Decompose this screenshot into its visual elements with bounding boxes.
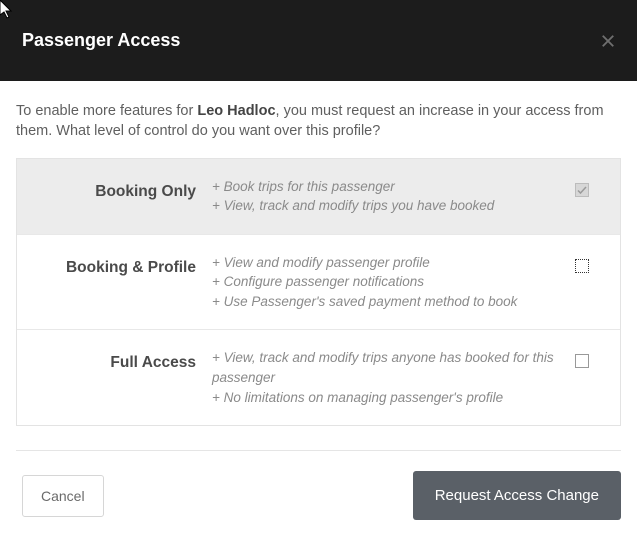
checkbox-booking-profile[interactable]: [575, 259, 589, 273]
checkbox-booking-only: [575, 183, 589, 197]
request-access-change-button[interactable]: Request Access Change: [413, 471, 621, 520]
checkbox-full-access[interactable]: [575, 354, 589, 368]
option-description: Book trips for this passenger View, trac…: [212, 177, 562, 216]
modal-body: To enable more features for Leo Hadloc, …: [0, 81, 637, 451]
close-icon[interactable]: [599, 32, 617, 50]
cancel-button[interactable]: Cancel: [22, 475, 104, 517]
option-label: Booking Only: [17, 177, 212, 201]
option-booking-only[interactable]: Booking Only Book trips for this passeng…: [17, 159, 620, 234]
access-level-options: Booking Only Book trips for this passeng…: [16, 158, 621, 427]
modal-footer: Cancel Request Access Change: [0, 451, 637, 542]
passenger-access-modal: Passenger Access To enable more features…: [0, 0, 637, 502]
modal-title: Passenger Access: [22, 30, 180, 51]
modal-header: Passenger Access: [0, 0, 637, 81]
option-description: View and modify passenger profile Config…: [212, 253, 562, 312]
option-label: Full Access: [17, 348, 212, 372]
intro-prefix: To enable more features for: [16, 103, 197, 119]
intro-text: To enable more features for Leo Hadloc, …: [16, 101, 621, 142]
option-label: Booking & Profile: [17, 253, 212, 277]
passenger-name: Leo Hadloc: [197, 103, 275, 119]
option-full-access[interactable]: Full Access View, track and modify trips…: [17, 329, 620, 425]
option-booking-profile[interactable]: Booking & Profile View and modify passen…: [17, 234, 620, 330]
option-description: View, track and modify trips anyone has …: [212, 348, 562, 407]
